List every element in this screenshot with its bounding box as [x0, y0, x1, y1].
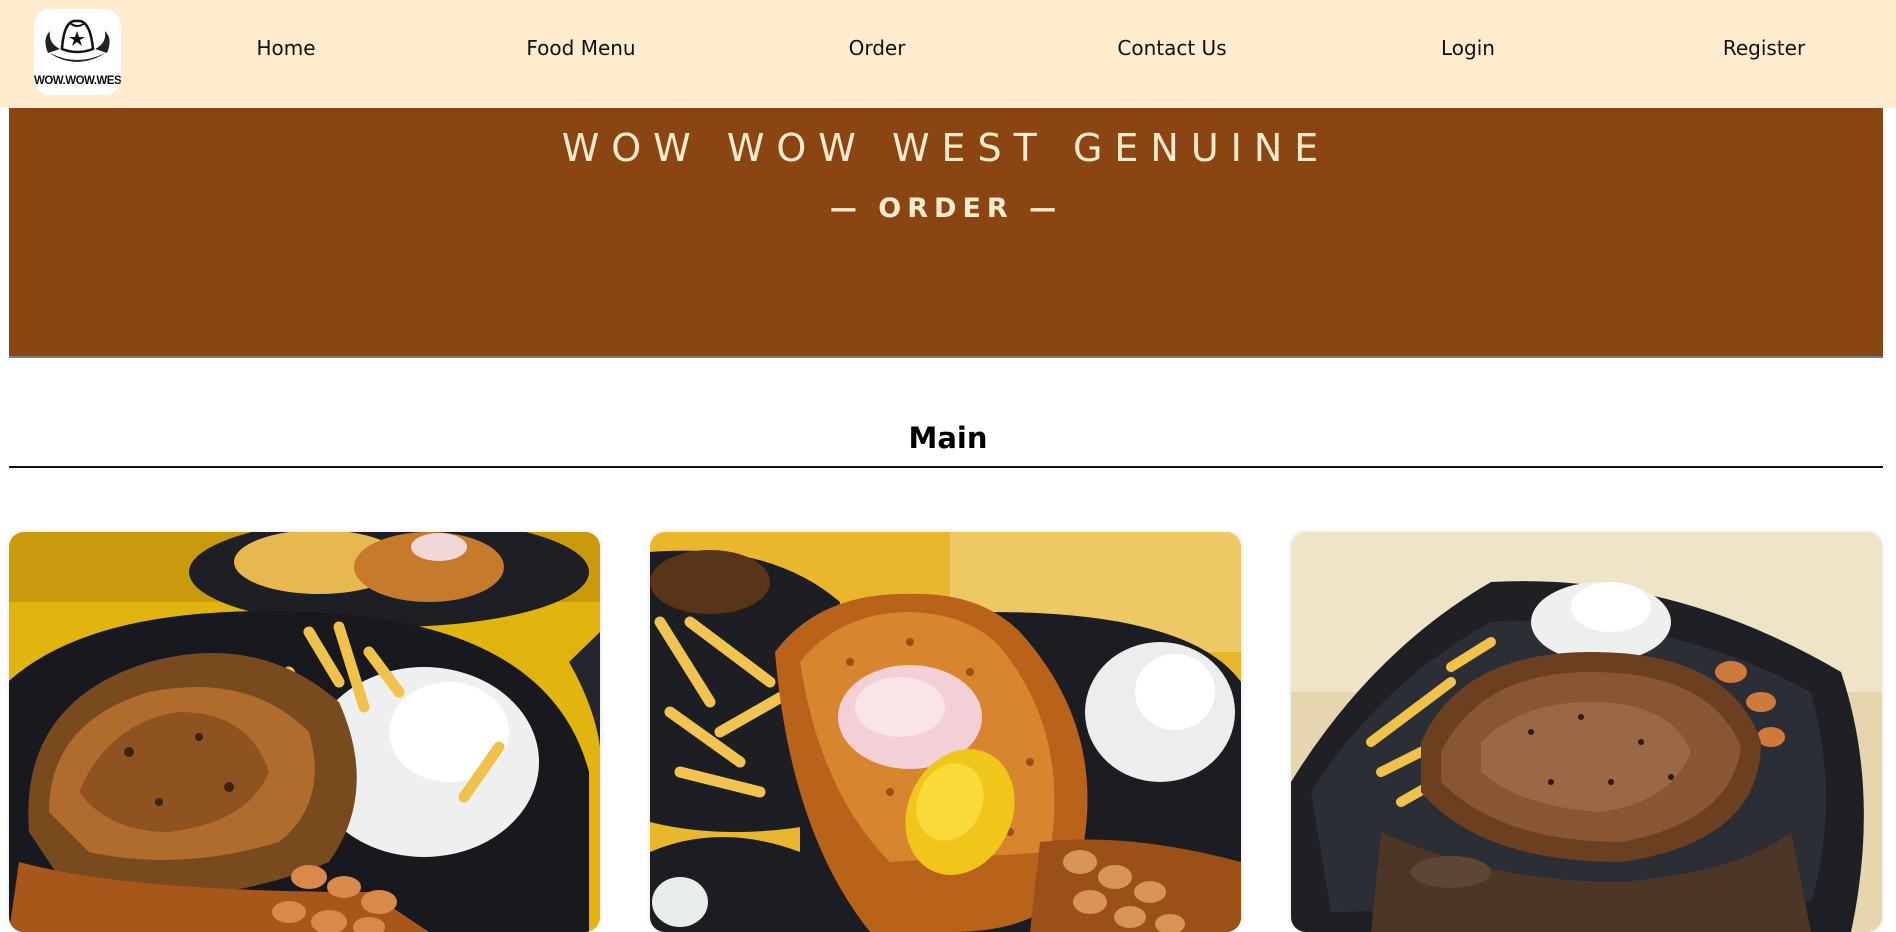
menu-card-1[interactable] — [9, 532, 600, 932]
pork-chop-with-gravy-photo — [1291, 532, 1882, 932]
hero-title: WOW WOW WEST GENUINE — [561, 126, 1331, 170]
grilled-chicken-chop-photo — [9, 532, 600, 932]
top-navbar: WOW.WOW.WEST Home Food Menu Order Contac… — [0, 0, 1896, 108]
nav-link-login[interactable]: Login — [1441, 36, 1495, 60]
section-divider — [9, 466, 1883, 468]
section-title: Main — [908, 421, 988, 455]
menu-card-3[interactable] — [1291, 532, 1882, 932]
nav-link-food-menu[interactable]: Food Menu — [526, 36, 635, 60]
hero-banner: WOW WOW WEST GENUINE — ORDER — — [9, 108, 1883, 358]
nav-link-contact-us[interactable]: Contact Us — [1117, 36, 1226, 60]
cowboy-hat-icon — [45, 19, 110, 62]
logo-text: WOW.WOW.WEST — [34, 75, 121, 87]
fish-and-chips-photo — [650, 532, 1241, 932]
nav-link-register[interactable]: Register — [1723, 36, 1805, 60]
nav-link-order[interactable]: Order — [849, 36, 906, 60]
brand-logo[interactable]: WOW.WOW.WEST — [34, 9, 121, 95]
menu-card-2[interactable] — [650, 532, 1241, 932]
hero-subtitle: — ORDER — — [829, 193, 1063, 224]
nav-link-home[interactable]: Home — [256, 36, 315, 60]
